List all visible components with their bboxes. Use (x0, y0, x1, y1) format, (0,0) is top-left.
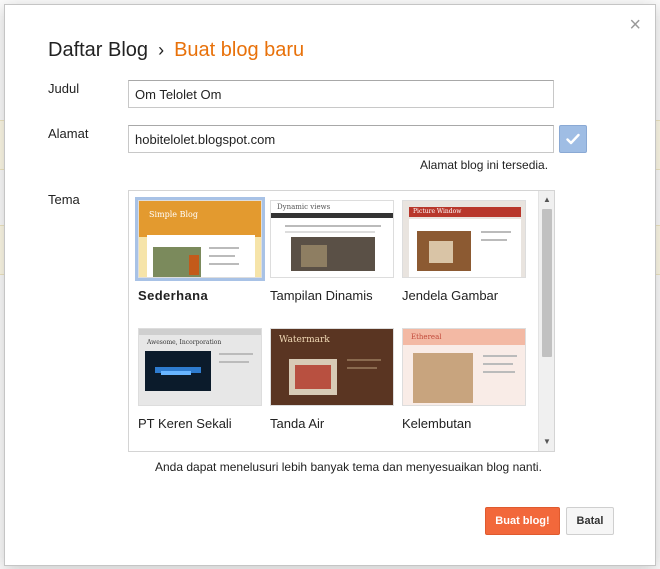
theme-name: Tanda Air (270, 416, 325, 431)
theme-option-tampilan-dinamis[interactable]: Dynamic views Tampilan Dinamis (270, 200, 394, 303)
breadcrumb-blog-list[interactable]: Daftar Blog (48, 39, 148, 61)
page-title: Buat blog baru (174, 39, 305, 61)
theme-preview-title: Awesome, Incorporation (147, 339, 222, 346)
create-blog-button[interactable]: Buat blog! (485, 507, 560, 535)
address-label: Alamat (48, 126, 89, 141)
theme-name: Tampilan Dinamis (270, 288, 373, 303)
theme-thumbnail: Dynamic views (270, 200, 394, 278)
theme-name: Jendela Gambar (402, 288, 499, 303)
theme-label: Tema (48, 192, 80, 207)
theme-preview-title: Simple Blog (149, 210, 198, 219)
title-input[interactable] (128, 80, 554, 108)
theme-name: Kelembutan (402, 416, 472, 431)
theme-footer-note: Anda dapat menelusuri lebih banyak tema … (155, 460, 542, 474)
theme-picker: Simple Blog Sederhana Dynamic views Tamp… (128, 190, 555, 452)
theme-thumbnail: Awesome, Incorporation (138, 328, 262, 406)
theme-name: Sederhana (138, 288, 209, 303)
close-icon[interactable]: × (629, 15, 641, 35)
theme-option-jendela-gambar[interactable]: Picture Window Jendela Gambar (402, 200, 526, 303)
check-address-button[interactable] (559, 125, 587, 153)
cancel-button[interactable]: Batal (566, 507, 614, 535)
scroll-down-icon[interactable]: ▼ (539, 435, 554, 449)
address-status: Alamat blog ini tersedia. (420, 158, 549, 172)
address-input[interactable] (128, 125, 554, 153)
title-label: Judul (48, 81, 80, 96)
theme-preview-title: Picture Window (413, 208, 462, 215)
dialog-title: Daftar Blog › Buat blog baru (48, 37, 304, 63)
theme-option-kelembutan[interactable]: Ethereal Kelembutan (402, 328, 526, 431)
create-blog-dialog: × Daftar Blog › Buat blog baru Judul Alama… (4, 4, 656, 566)
theme-thumbnail: Watermark (270, 328, 394, 406)
theme-thumbnail: Picture Window (402, 200, 526, 278)
theme-preview-title: Dynamic views (277, 203, 331, 211)
theme-option-tanda-air[interactable]: Watermark Tanda Air (270, 328, 394, 431)
theme-name: PT Keren Sekali (138, 416, 232, 431)
scroll-up-icon[interactable]: ▲ (539, 193, 554, 207)
check-icon (566, 133, 580, 145)
theme-preview-title: Ethereal (411, 333, 442, 341)
breadcrumb-separator: › (158, 40, 165, 60)
theme-option-sederhana[interactable]: Simple Blog Sederhana (135, 197, 265, 303)
scroll-thumb[interactable] (542, 209, 552, 357)
theme-preview-title: Watermark (279, 335, 330, 345)
theme-thumbnail: Simple Blog (135, 197, 265, 281)
theme-option-pt-keren-sekali[interactable]: Awesome, Incorporation PT Keren Sekali (138, 328, 262, 431)
theme-thumbnail: Ethereal (402, 328, 526, 406)
theme-scrollbar[interactable]: ▲ ▼ (538, 191, 554, 451)
